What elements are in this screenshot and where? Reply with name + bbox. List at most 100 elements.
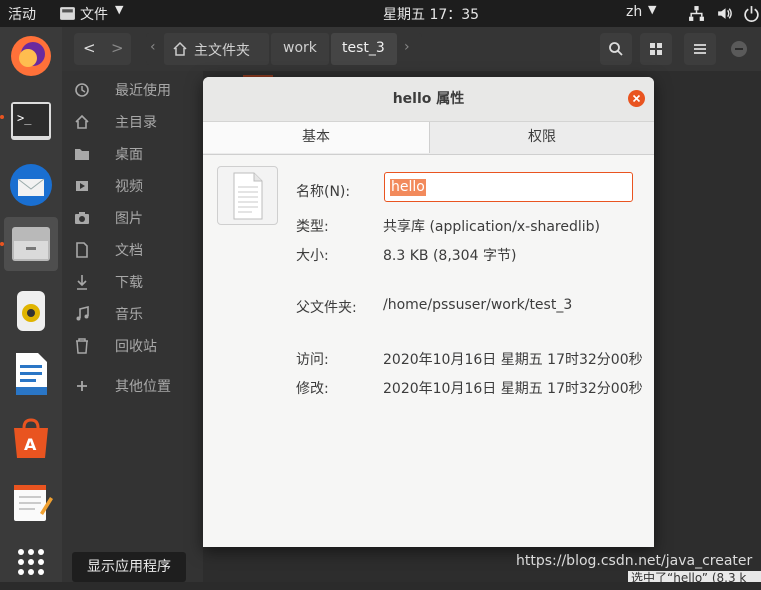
volume-icon[interactable] (716, 5, 733, 22)
accessed-value: 2020年10月16日 星期五 17时32分00秒 (383, 352, 643, 368)
parent-folder-label: 父文件夹: (296, 300, 357, 316)
tab-permissions[interactable]: 权限 (430, 122, 654, 153)
sidebar-item-home[interactable]: 主目录 (62, 108, 203, 136)
terminal-launcher[interactable]: >_ (4, 94, 58, 148)
sidebar-item-trash[interactable]: 回收站 (62, 332, 203, 360)
name-label: 名称(N): (296, 184, 351, 200)
minimize-button[interactable] (731, 41, 747, 57)
sidebar-item-label: 视频 (115, 179, 143, 195)
sidebar-item-documents[interactable]: 文档 (62, 236, 203, 264)
sidebar-item-recent[interactable]: 最近使用 (62, 76, 203, 104)
modified-value: 2020年10月16日 星期五 17时32分00秒 (383, 381, 643, 397)
close-button[interactable] (628, 90, 645, 107)
minimize-icon (735, 48, 743, 50)
app-menu-button[interactable]: 文件 (80, 4, 108, 24)
sidebar-item-pictures[interactable]: 图片 (62, 204, 203, 232)
sidebar-item-label: 最近使用 (115, 83, 171, 99)
close-icon (632, 94, 641, 103)
home-icon (75, 114, 89, 129)
tab-basic[interactable]: 基本 (203, 122, 430, 153)
firefox-launcher[interactable] (4, 29, 58, 83)
sidebar: 最近使用 主目录 桌面 视频 图片 文档 下载 音乐 回收站 其他位置 (62, 71, 203, 582)
software-launcher[interactable]: A (4, 412, 58, 466)
file-manager-header: < > ‹ 主文件夹 work test_3 › (62, 27, 761, 71)
size-value: 8.3 KB (8,304 字节) (383, 248, 517, 264)
forward-icon[interactable]: > (111, 39, 124, 57)
sidebar-item-label: 下载 (115, 275, 143, 291)
network-icon[interactable] (688, 5, 705, 22)
activities-button[interactable]: 活动 (8, 4, 36, 24)
size-label: 大小: (296, 248, 329, 264)
input-method-indicator[interactable]: zh (626, 4, 642, 20)
plus-icon (77, 381, 87, 391)
file-manager-icon[interactable] (59, 5, 76, 22)
menu-button[interactable] (684, 33, 716, 65)
speaker-icon (17, 291, 45, 331)
type-value: 共享库 (application/x-sharedlib) (383, 219, 601, 235)
chevron-down-icon[interactable]: ▼ (648, 3, 656, 16)
dock-tooltip: 显示应用程序 (72, 552, 186, 582)
camera-icon (75, 212, 89, 224)
sidebar-item-label: 主目录 (115, 115, 157, 131)
nav-buttons: < > (74, 33, 131, 65)
hamburger-icon (694, 44, 706, 54)
view-toggle-button[interactable] (640, 33, 672, 65)
name-field[interactable]: hello (384, 172, 633, 202)
back-icon[interactable]: < (83, 39, 96, 57)
sidebar-item-music[interactable]: 音乐 (62, 300, 203, 328)
rhythmbox-launcher[interactable] (4, 284, 58, 338)
sidebar-item-other-locations[interactable]: 其他位置 (62, 372, 203, 400)
document-editor-icon (16, 353, 47, 395)
files-icon (12, 227, 50, 261)
breadcrumb-test-3[interactable]: test_3 (331, 33, 397, 65)
files-launcher[interactable] (4, 217, 58, 271)
video-icon (76, 181, 88, 191)
download-icon (77, 275, 87, 290)
thunderbird-launcher[interactable] (4, 158, 58, 212)
breadcrumb-home[interactable]: 主文件夹 (164, 33, 269, 65)
chevron-down-icon[interactable]: ▼ (115, 3, 123, 16)
breadcrumb-label: test_3 (342, 40, 385, 56)
modified-label: 修改: (296, 381, 329, 397)
thunderbird-icon (10, 164, 52, 206)
breadcrumb-work[interactable]: work (271, 33, 329, 65)
software-center-icon: A (14, 418, 48, 458)
power-icon[interactable] (743, 5, 760, 22)
breadcrumb: ‹ 主文件夹 work test_3 › (146, 33, 422, 65)
dialog-title: hello 属性 (203, 77, 654, 122)
svg-text:>_: >_ (17, 111, 32, 125)
clock-icon (75, 83, 89, 97)
sidebar-item-label: 其他位置 (115, 379, 171, 395)
sidebar-item-label: 桌面 (115, 147, 143, 163)
breadcrumb-label: 主文件夹 (194, 43, 250, 59)
svg-text:A: A (24, 435, 37, 454)
folder-icon (75, 149, 89, 160)
sidebar-item-label: 图片 (115, 211, 143, 227)
top-bar: 活动 文件 ▼ 星期五 17：35 zh ▼ (0, 0, 761, 27)
music-icon (76, 306, 89, 321)
search-button[interactable] (600, 33, 632, 65)
writer-launcher[interactable] (4, 347, 58, 401)
clock[interactable]: 星期五 17：35 (383, 4, 479, 24)
notepad-icon (14, 485, 53, 521)
sidebar-item-downloads[interactable]: 下载 (62, 268, 203, 296)
sidebar-item-videos[interactable]: 视频 (62, 172, 203, 200)
parent-folder-value[interactable]: /home/pssuser/work/test_3 (383, 297, 572, 313)
breadcrumb-left-icon[interactable]: ‹ (150, 39, 156, 55)
status-bar: 选中了“hello” (8.3 k (628, 571, 761, 582)
search-icon (609, 42, 623, 56)
show-applications-button[interactable] (4, 532, 58, 586)
grid-view-icon (650, 43, 662, 55)
sidebar-item-label: 回收站 (115, 339, 157, 355)
firefox-icon (11, 36, 51, 76)
name-field-value: hello (390, 179, 426, 196)
breadcrumb-right-icon[interactable]: › (404, 39, 410, 55)
tab-bar: 基本 权限 (203, 122, 654, 155)
document-icon (76, 242, 88, 258)
properties-dialog: hello 属性 基本 权限 名称(N): hello 类型: 共享库 (app… (203, 77, 654, 547)
text-editor-launcher[interactable] (4, 475, 58, 529)
sidebar-item-desktop[interactable]: 桌面 (62, 140, 203, 168)
accessed-label: 访问: (296, 352, 329, 368)
file-thumbnail[interactable] (217, 166, 278, 225)
trash-icon (76, 338, 88, 354)
